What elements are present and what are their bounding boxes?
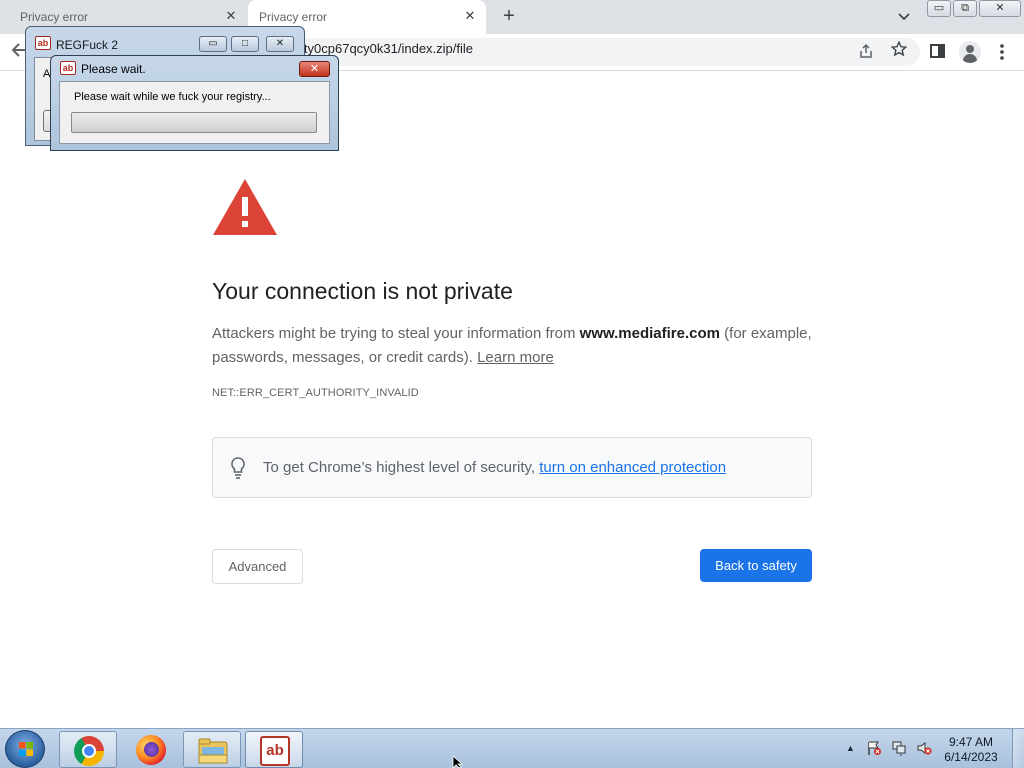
close-window-button[interactable]: ✕ — [979, 0, 1021, 17]
please-wait-dialog[interactable]: ab Please wait. ✕ Please wait while we f… — [50, 55, 339, 151]
desc-prefix: Attackers might be trying to steal your … — [212, 325, 580, 342]
tab-title: Privacy error — [259, 10, 328, 24]
tab-close-icon[interactable]: ✕ — [463, 9, 477, 23]
chrome-icon — [74, 736, 104, 766]
regfuck-app-icon: ab — [260, 736, 290, 766]
error-code[interactable]: NET::ERR_CERT_AUTHORITY_INVALID — [212, 387, 419, 399]
start-button[interactable] — [5, 730, 45, 768]
minimize-button[interactable]: ▭ — [927, 0, 951, 17]
show-hidden-icons-icon[interactable]: ▲ — [846, 743, 855, 753]
show-desktop-button[interactable] — [1012, 729, 1024, 768]
back-to-safety-button[interactable]: Back to safety — [700, 549, 812, 582]
taskbar-clock[interactable]: 9:47 AM 6/14/2023 — [933, 735, 1009, 765]
tab-title: Privacy error — [20, 10, 89, 24]
warning-triangle-icon — [213, 179, 277, 235]
taskbar-firefox-button[interactable] — [121, 731, 179, 768]
share-icon[interactable] — [858, 43, 874, 59]
enhanced-text: To get Chrome’s highest level of securit… — [263, 459, 726, 476]
app-icon: ab — [60, 61, 76, 75]
maximize-button[interactable]: □ — [231, 36, 259, 52]
window-controls: ▭ ⧉ ✕ — [927, 0, 1023, 18]
firefox-icon — [136, 735, 166, 765]
tab-search-icon[interactable] — [896, 10, 912, 24]
minimize-icon: ▭ — [933, 2, 945, 14]
wait-message: Please wait while we fuck your registry.… — [74, 91, 271, 103]
taskbar-chrome-button[interactable] — [59, 731, 117, 768]
side-panel-icon[interactable] — [930, 44, 945, 58]
advanced-button[interactable]: Advanced — [212, 549, 303, 584]
mouse-pointer-icon — [452, 756, 464, 768]
description-text: Attackers might be trying to steal your … — [212, 322, 812, 370]
network-icon[interactable] — [891, 740, 907, 756]
window-title: REGFuck 2 — [56, 38, 119, 52]
page-title: Your connection is not private — [212, 278, 513, 304]
action-center-flag-icon[interactable] — [866, 740, 882, 756]
dialog-client-area: Please wait while we fuck your registry.… — [59, 81, 330, 144]
close-button[interactable]: ✕ — [266, 36, 294, 52]
taskbar-explorer-button[interactable] — [183, 731, 241, 768]
more-menu-icon[interactable] — [999, 42, 1005, 62]
volume-muted-icon[interactable] — [916, 740, 932, 756]
dialog-title: Please wait. — [81, 62, 146, 76]
enhanced-protection-box: To get Chrome’s highest level of securit… — [212, 437, 812, 498]
clock-time: 9:47 AM — [948, 735, 994, 749]
lightbulb-icon — [231, 457, 245, 479]
restore-button[interactable]: ⧉ — [953, 0, 977, 17]
tab-close-icon[interactable]: ✕ — [224, 9, 238, 23]
minimize-button[interactable]: ▭ — [199, 36, 227, 52]
restore-icon: ⧉ — [961, 2, 969, 14]
close-icon[interactable]: ✕ — [299, 61, 330, 77]
new-tab-button[interactable]: + — [498, 6, 520, 28]
close-icon: ✕ — [995, 2, 1005, 14]
bookmark-star-icon[interactable] — [890, 40, 908, 58]
enhanced-prefix: To get Chrome’s highest level of securit… — [263, 459, 540, 476]
app-icon: ab — [35, 36, 51, 50]
folder-icon — [198, 738, 228, 764]
desc-domain: www.mediafire.com — [579, 325, 720, 342]
windows-logo-icon — [19, 742, 33, 756]
learn-more-link[interactable]: Learn more — [477, 349, 554, 366]
enhanced-protection-link[interactable]: turn on enhanced protection — [539, 459, 726, 476]
progress-bar — [71, 112, 317, 133]
profile-avatar-icon[interactable] — [959, 41, 981, 63]
taskbar-regfuck-button[interactable]: ab — [245, 731, 303, 768]
clock-date: 6/14/2023 — [944, 750, 998, 764]
taskbar: ab ▲ 9:47 AM 6/14/2023 — [0, 728, 1024, 768]
